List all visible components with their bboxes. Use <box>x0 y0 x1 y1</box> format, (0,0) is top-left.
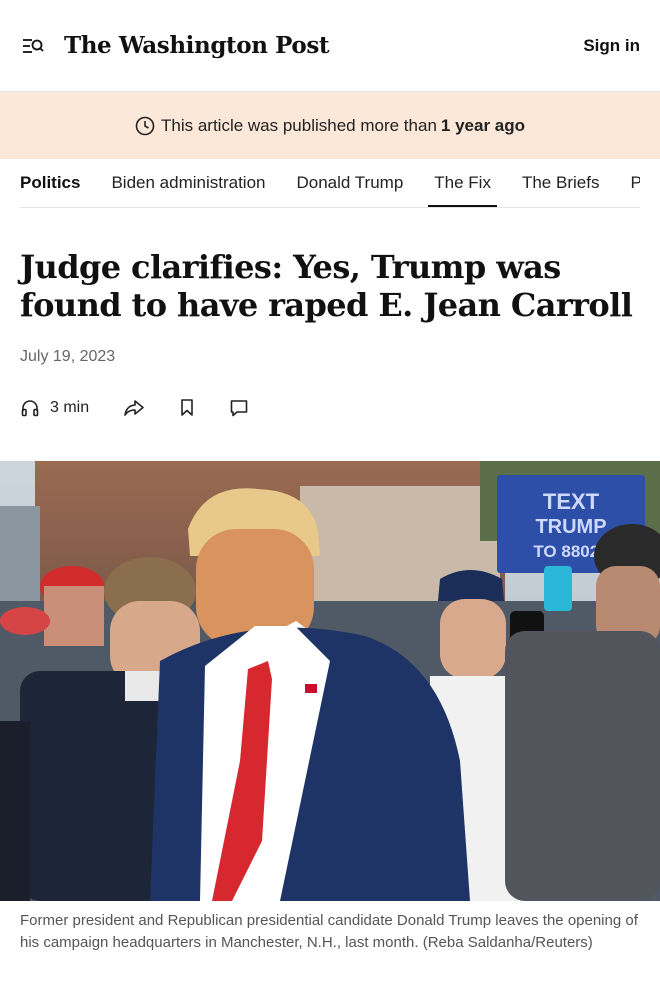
article-photo: TEXT TRUMP TO 88022 <box>0 461 660 901</box>
save-button[interactable] <box>179 398 195 418</box>
subnav-item-donald-trump[interactable]: Donald Trump <box>297 159 404 207</box>
publish-date: July 19, 2023 <box>20 348 116 365</box>
photo-caption: Former president and Republican presiden… <box>20 912 638 951</box>
sign-in-button[interactable]: Sign in <box>583 36 640 56</box>
article-tools: 3 min <box>20 396 640 420</box>
bookmark-icon <box>181 399 193 416</box>
section-nav: Politics Biden administration Donald Tru… <box>20 159 640 208</box>
article-age-banner: This article was published more than 1 y… <box>0 92 660 159</box>
banner-text: This article was published more than <box>160 115 437 135</box>
top-bar: The Washington Post Sign in <box>0 0 660 92</box>
banner-age: 1 year ago <box>440 115 526 135</box>
subnav-item-polling[interactable]: Polling <box>630 159 640 207</box>
share-icon <box>124 400 144 416</box>
share-button[interactable] <box>123 398 145 418</box>
comments-button[interactable] <box>229 398 249 418</box>
site-logo[interactable]: The Washington Post <box>64 32 330 59</box>
subnav-item-the-fix[interactable]: The Fix <box>428 159 497 207</box>
subnav-item-politics[interactable]: Politics <box>20 159 80 207</box>
headphones-icon <box>21 400 39 417</box>
subnav-item-biden-administration[interactable]: Biden administration <box>111 159 265 207</box>
listen-button[interactable]: 3 min <box>20 398 89 418</box>
clock-icon <box>135 116 155 135</box>
subnav-item-the-briefs[interactable]: The Briefs <box>522 159 599 207</box>
sign-text-2: TRUMP <box>535 516 606 538</box>
sign-text-1: TEXT <box>543 489 600 514</box>
listen-time: 3 min <box>50 399 90 416</box>
comment-icon <box>230 400 248 417</box>
article-headline: Judge clarifies: Yes, Trump was found to… <box>20 248 633 324</box>
menu-search-icon[interactable] <box>20 33 46 59</box>
